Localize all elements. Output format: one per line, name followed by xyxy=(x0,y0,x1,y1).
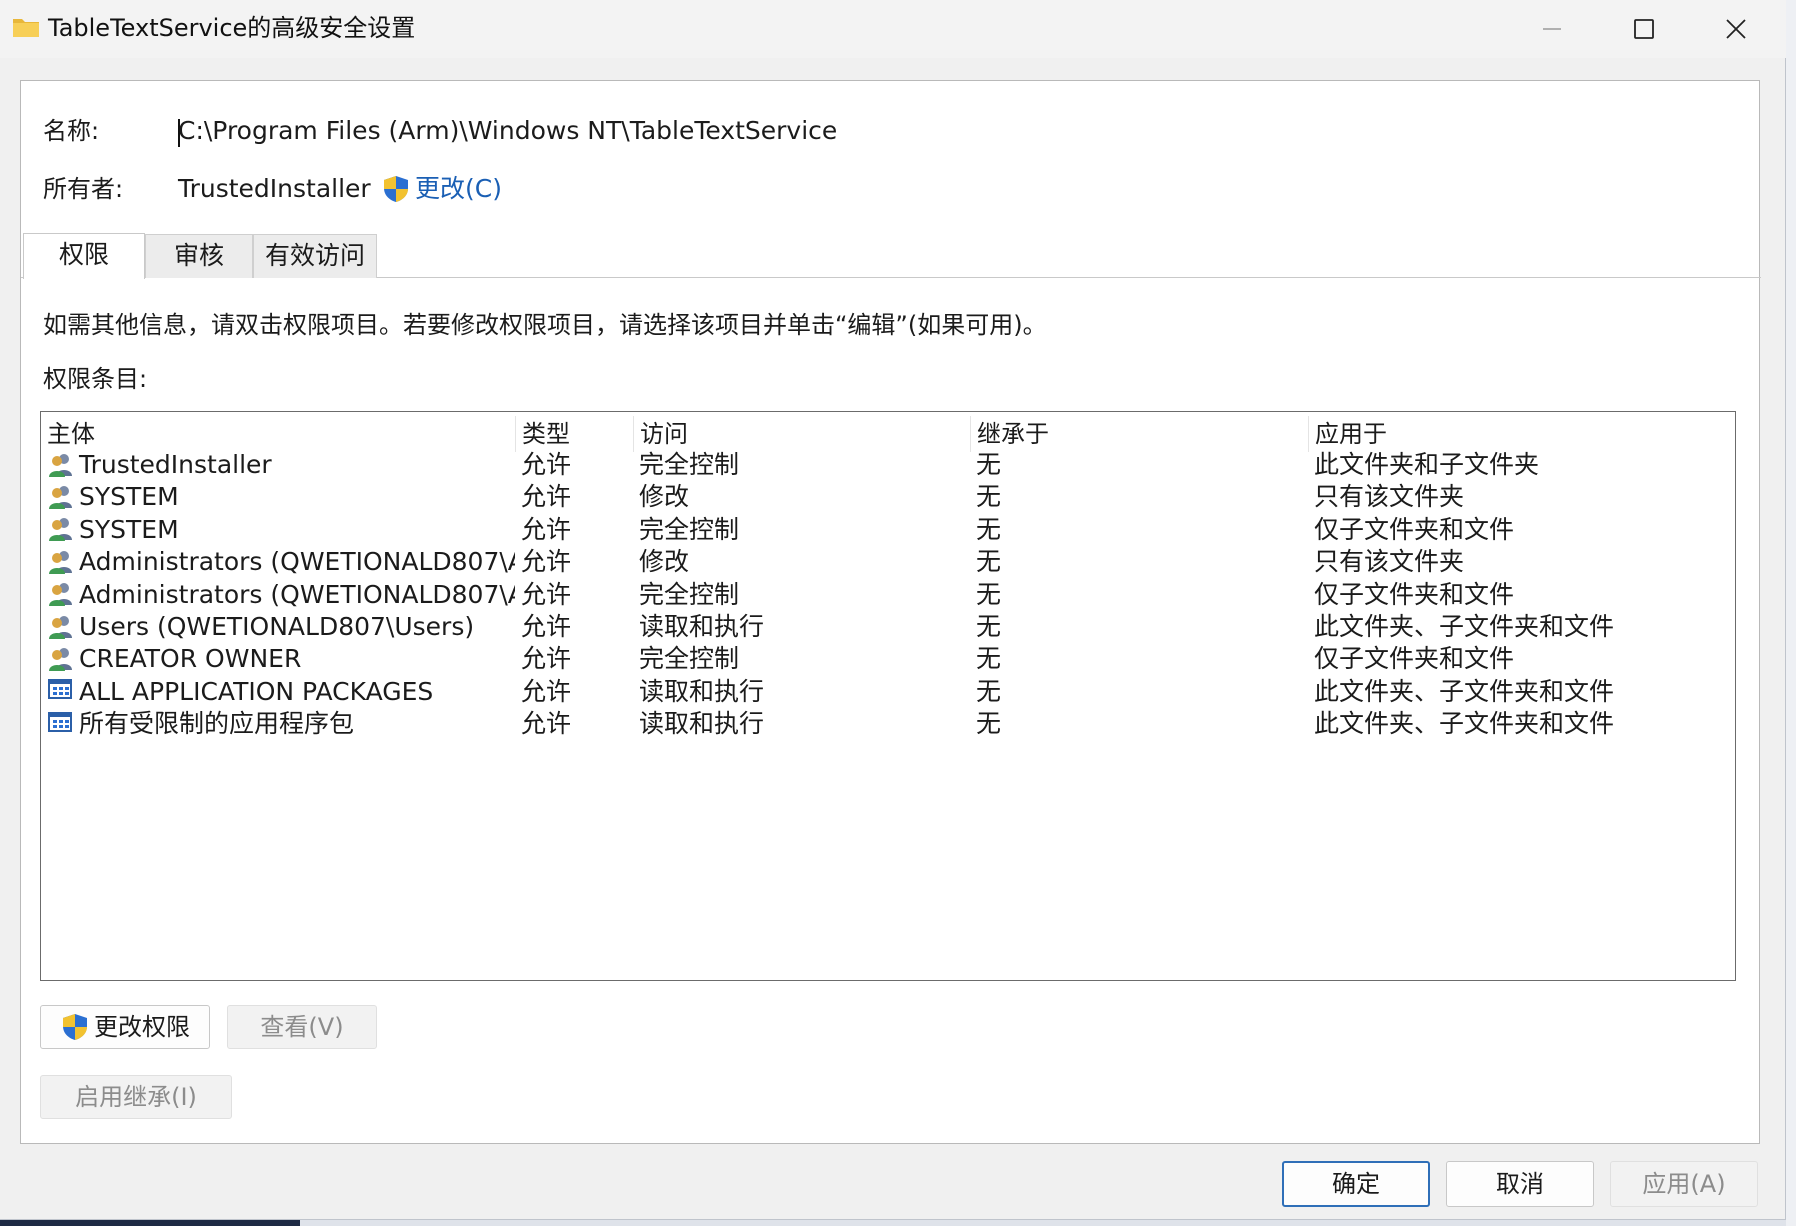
users-icon xyxy=(49,550,72,574)
cell-inherited: 无 xyxy=(976,709,1002,739)
tab-effective-access[interactable]: 有效访问 xyxy=(253,234,377,278)
table-row[interactable]: 所有受限制的应用程序包 允许 读取和执行 无 此文件夹、子文件夹和文件 xyxy=(41,705,1735,742)
users-icon xyxy=(49,647,72,671)
owner-value: TrustedInstaller xyxy=(178,174,371,203)
uac-shield-icon xyxy=(384,176,408,202)
app-packages-icon xyxy=(48,679,72,700)
settings-panel: 名称: C:\Program Files (Arm)\Windows NT\Ta… xyxy=(20,80,1761,1144)
change-permissions-button[interactable]: 更改权限 xyxy=(40,1005,210,1049)
cell-applies: 此文件夹、子文件夹和文件 xyxy=(1314,709,1615,739)
name-label: 名称: xyxy=(43,117,100,145)
view-button[interactable]: 查看(V) xyxy=(227,1005,377,1049)
uac-shield-icon xyxy=(63,1014,87,1040)
users-icon xyxy=(49,583,72,607)
cell-access: 读取和执行 xyxy=(639,709,765,739)
principal-name: 所有受限制的应用程序包 xyxy=(79,709,355,739)
permission-entries-label: 权限条目: xyxy=(43,365,148,393)
maximize-button[interactable] xyxy=(1598,0,1690,58)
change-permissions-label: 更改权限 xyxy=(94,1013,190,1041)
permission-entries-list[interactable]: 主体 类型 访问 继承于 应用于 TrustedInstaller 允许 完全控制无… xyxy=(40,411,1736,981)
minimize-icon xyxy=(1543,28,1561,30)
users-icon xyxy=(49,518,72,542)
apply-button[interactable]: 应用(A) xyxy=(1610,1161,1758,1207)
tab-auditing[interactable]: 审核 xyxy=(145,234,253,278)
maximize-icon xyxy=(1634,19,1654,39)
window-title: TableTextService的高级安全设置 xyxy=(48,14,416,42)
info-text: 如需其他信息，请双击权限项目。若要修改权限项目，请选择该项目并单击“编辑”(如果… xyxy=(43,311,1047,339)
minimize-button[interactable] xyxy=(1506,0,1598,58)
object-path[interactable]: C:\Program Files (Arm)\Windows NT\TableT… xyxy=(178,115,837,147)
owner-label: 所有者: xyxy=(43,175,124,203)
users-icon xyxy=(49,485,72,509)
tab-permissions[interactable]: 权限 xyxy=(23,233,145,279)
ok-button[interactable]: 确定 xyxy=(1282,1161,1430,1207)
change-owner-label: 更改(C) xyxy=(415,174,502,203)
text-caret xyxy=(178,119,180,147)
cell-principal: 所有受限制的应用程序包 xyxy=(47,705,515,742)
advanced-security-dialog: TableTextService的高级安全设置 名称: C:\Program F… xyxy=(0,0,1786,1220)
change-owner-link[interactable]: 更改(C) xyxy=(381,173,502,205)
cancel-button[interactable]: 取消 xyxy=(1446,1161,1594,1207)
users-icon xyxy=(49,615,72,639)
folder-icon xyxy=(13,19,39,37)
close-icon xyxy=(1726,19,1746,39)
title-bar[interactable]: TableTextService的高级安全设置 xyxy=(0,0,1786,58)
background-desktop-strip xyxy=(1786,0,1796,1226)
cell-type: 允许 xyxy=(521,709,572,739)
close-button[interactable] xyxy=(1690,0,1782,58)
app-packages-icon xyxy=(48,711,72,732)
users-icon xyxy=(49,453,72,477)
enable-inheritance-button[interactable]: 启用继承(I) xyxy=(40,1075,232,1119)
